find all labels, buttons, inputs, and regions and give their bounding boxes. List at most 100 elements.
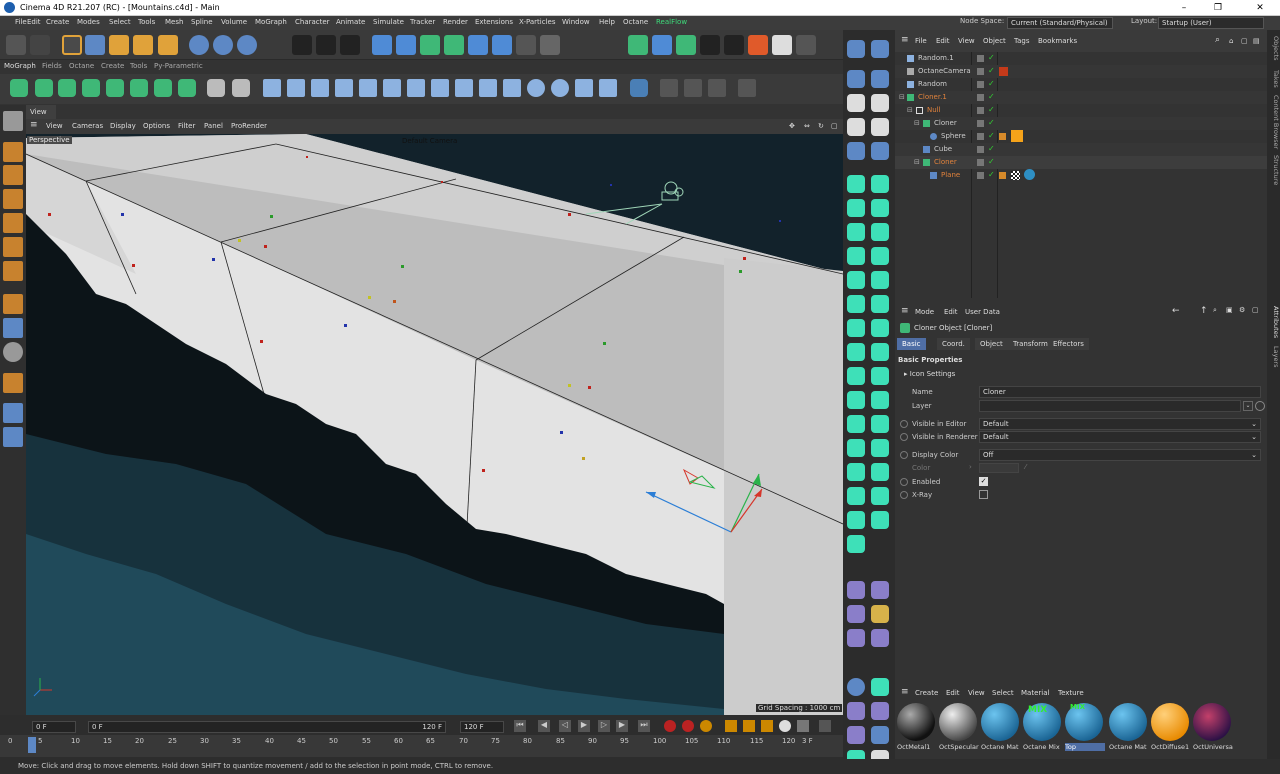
python-generator-icon[interactable] xyxy=(630,79,648,97)
keyframe-selection-icon[interactable] xyxy=(700,720,712,732)
enabled-check-icon[interactable]: ✓ xyxy=(988,66,995,75)
am-menu-edit[interactable]: Edit xyxy=(944,308,958,316)
eyedropper-icon[interactable]: ⁄ xyxy=(1025,463,1026,471)
tweak-mode-icon[interactable] xyxy=(3,318,23,338)
view-tab[interactable]: View xyxy=(26,105,56,119)
split-icon[interactable] xyxy=(847,487,865,505)
sky-icon[interactable] xyxy=(847,70,865,88)
am-menu-mode[interactable]: Mode xyxy=(915,308,934,316)
om-row-null[interactable]: ⊟ Null ✓ xyxy=(895,104,1267,117)
mm-menu-edit[interactable]: Edit xyxy=(946,689,960,697)
create-object-icon[interactable] xyxy=(158,35,178,55)
palette-fields[interactable]: Fields xyxy=(42,62,62,70)
shader-effector-icon[interactable] xyxy=(335,79,353,97)
menu-modes[interactable]: Modes xyxy=(77,18,100,26)
material-icon[interactable] xyxy=(847,605,865,623)
collider-icon[interactable] xyxy=(871,199,889,217)
menu-realflow[interactable]: RealFlow xyxy=(656,18,687,26)
material-swatch[interactable] xyxy=(1109,703,1147,741)
om-row-cloner-1[interactable]: ⊟ Cloner.1 ✓ xyxy=(895,91,1267,104)
trail-icon[interactable] xyxy=(847,343,865,361)
viewport-menu-panel[interactable]: Panel xyxy=(204,122,223,130)
text-tool-icon[interactable] xyxy=(106,79,124,97)
am-tab-coord[interactable]: Coord. xyxy=(937,338,970,350)
menu-animate[interactable]: Animate xyxy=(336,18,365,26)
step-back-icon[interactable]: ◁ xyxy=(559,720,571,732)
om-menu-file[interactable]: File xyxy=(915,37,927,45)
extrude-tool-icon[interactable] xyxy=(130,79,148,97)
octane-live-viewer-icon[interactable] xyxy=(628,35,648,55)
flame-icon[interactable] xyxy=(847,629,865,647)
repeller-icon[interactable] xyxy=(871,271,889,289)
palette-octane[interactable]: Octane xyxy=(69,62,94,70)
camera-icon[interactable] xyxy=(516,35,536,55)
infinity-icon[interactable] xyxy=(871,142,889,160)
visible-editor-dropdown[interactable]: Default ⌄ xyxy=(979,418,1261,430)
am-search-icon[interactable]: ⌕ xyxy=(1213,306,1217,315)
display-color-dropdown[interactable]: Off ⌄ xyxy=(979,449,1261,461)
axis-mode-icon[interactable] xyxy=(3,294,23,314)
realflow-mesh-icon[interactable] xyxy=(796,35,816,55)
scheme-menu-icon[interactable] xyxy=(819,720,831,732)
om-row-plane[interactable]: Plane ✓ xyxy=(895,169,1267,182)
node-space-dropdown[interactable]: Current (Standard/Physical) xyxy=(1007,17,1113,29)
viewport-menu-cameras[interactable]: Cameras xyxy=(72,122,103,130)
layer-pick-icon[interactable] xyxy=(1255,401,1265,411)
render-view-icon[interactable] xyxy=(292,35,312,55)
octane-camera-tag-icon[interactable] xyxy=(999,67,1008,76)
random-effector-icon[interactable] xyxy=(311,79,329,97)
move-tool-icon[interactable] xyxy=(85,35,105,55)
enabled-check-icon[interactable]: ✓ xyxy=(988,92,995,101)
color-expand-icon[interactable]: › xyxy=(969,463,972,471)
enabled-check-icon[interactable]: ✓ xyxy=(988,144,995,153)
visibility-toggle-icon[interactable] xyxy=(977,146,984,153)
menu-tools[interactable]: Tools xyxy=(138,18,155,26)
am-menu-user-data[interactable]: User Data xyxy=(965,308,1000,316)
magnet-icon[interactable] xyxy=(3,373,23,393)
enabled-check-icon[interactable]: ✓ xyxy=(988,131,995,140)
render-settings-icon[interactable] xyxy=(340,35,360,55)
python-effector-icon[interactable] xyxy=(207,79,225,97)
om-row-random[interactable]: Random ✓ xyxy=(895,78,1267,91)
model-mode-icon[interactable] xyxy=(3,142,23,162)
palette-tools[interactable]: Tools xyxy=(130,62,147,70)
rope-icon[interactable] xyxy=(847,726,865,744)
cache-icon[interactable] xyxy=(847,391,865,409)
workplane-icon[interactable] xyxy=(3,403,23,423)
visibility-toggle-icon[interactable] xyxy=(977,133,984,140)
animate-toggle-icon[interactable] xyxy=(900,478,908,486)
enabled-check-icon[interactable]: ✓ xyxy=(988,157,995,166)
material-swatch[interactable] xyxy=(1193,703,1231,741)
go-to-start-icon[interactable]: ⏮ xyxy=(514,720,526,732)
side-tab-attributes[interactable]: Attributes xyxy=(1267,306,1280,338)
material-swatch[interactable] xyxy=(1151,703,1189,741)
reeffector-icon[interactable] xyxy=(503,79,521,97)
xray-checkbox[interactable] xyxy=(979,490,988,499)
menu-extensions[interactable]: Extensions xyxy=(475,18,513,26)
expand-icon[interactable]: ⊟ xyxy=(899,93,905,101)
realflow-emitter-icon[interactable] xyxy=(724,35,744,55)
am-tab-basic[interactable]: Basic xyxy=(897,338,926,350)
menu-tracker[interactable]: Tracker xyxy=(410,18,435,26)
key-parameter-icon[interactable] xyxy=(779,720,791,732)
fluid-icon[interactable] xyxy=(847,581,865,599)
make-editable-icon[interactable] xyxy=(3,111,23,131)
cube-primitive-icon[interactable] xyxy=(372,35,392,55)
phong-tag-icon[interactable] xyxy=(999,133,1006,140)
om-hamburger-icon[interactable]: ≡ xyxy=(901,35,909,45)
next-key-icon[interactable]: ▶ xyxy=(616,720,628,732)
om-menu-edit[interactable]: Edit xyxy=(936,37,950,45)
time-effector-icon[interactable] xyxy=(551,79,569,97)
box-icon[interactable] xyxy=(871,94,889,112)
question-icon[interactable] xyxy=(847,415,865,433)
path-tool-icon[interactable] xyxy=(738,79,756,97)
live-selection-icon[interactable] xyxy=(62,35,82,55)
step-effector-icon[interactable] xyxy=(359,79,377,97)
tools-icon[interactable] xyxy=(871,581,889,599)
material-swatch[interactable]: MIX xyxy=(1065,703,1103,741)
am-settings-icon[interactable]: ⚙ xyxy=(1239,306,1245,314)
tree-icon[interactable] xyxy=(847,535,865,553)
viewport-rotate-icon[interactable]: ↻ xyxy=(818,122,824,130)
sph-icon[interactable] xyxy=(847,319,865,337)
side-tab-structure[interactable]: Structure xyxy=(1267,155,1280,185)
